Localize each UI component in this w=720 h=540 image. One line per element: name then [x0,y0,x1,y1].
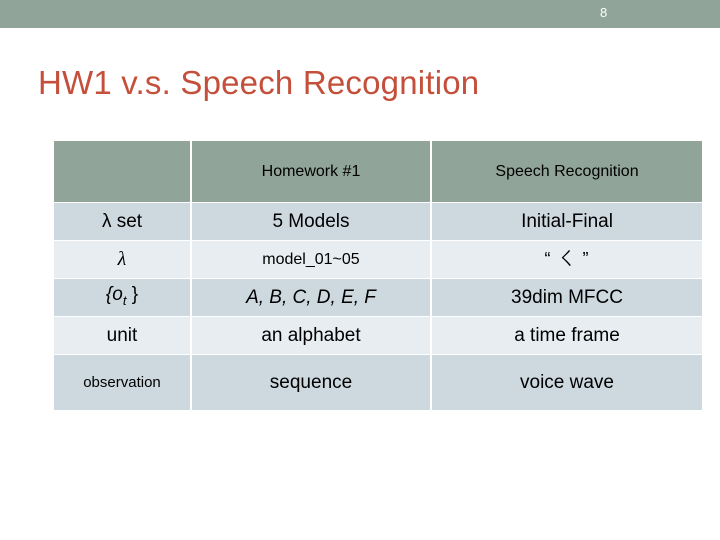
observation-symbol-base: {o [105,284,123,306]
cell-homework-observation: sequence [192,355,430,410]
cell-homework-observation-symbol: A, B, C, D, E, F [192,279,430,316]
table-row: observation sequence voice wave [54,355,702,410]
cell-homework-unit: an alphabet [192,317,430,354]
table-row: {ot } A, B, C, D, E, F 39dim MFCC [54,279,702,316]
row-label-unit: unit [54,317,190,354]
table-body: λ set 5 Models Initial-Final λ model_01~… [54,203,702,410]
cell-homework-lambda: model_01~05 [192,241,430,278]
observation-symbol-tail: } [126,284,139,306]
cell-speech-observation-symbol: 39dim MFCC [432,279,702,316]
row-label-observation: observation [54,355,190,410]
column-header-homework: Homework #1 [192,141,430,202]
table-row: λ set 5 Models Initial-Final [54,203,702,240]
table-row: λ model_01~05 “ ㄑ ” [54,241,702,278]
row-label-lambda-set: λ set [54,203,190,240]
cell-speech-lambda-set: Initial-Final [432,203,702,240]
cell-speech-observation: voice wave [432,355,702,410]
page-title: HW1 v.s. Speech Recognition [38,64,480,101]
row-label-observation-symbol: {ot } [54,279,190,316]
top-banner: 8 [0,0,720,28]
cell-speech-lambda: “ ㄑ ” [432,241,702,278]
row-label-lambda: λ [54,241,190,278]
column-header-speech: Speech Recognition [432,141,702,202]
cell-homework-lambda-set: 5 Models [192,203,430,240]
column-header-corner [54,141,190,202]
page-number: 8 [600,5,608,20]
comparison-table: Homework #1 Speech Recognition λ set 5 M… [52,140,704,411]
table-header: Homework #1 Speech Recognition [54,141,702,202]
table-header-row: Homework #1 Speech Recognition [54,141,702,202]
table-row: unit an alphabet a time frame [54,317,702,354]
cell-speech-unit: a time frame [432,317,702,354]
